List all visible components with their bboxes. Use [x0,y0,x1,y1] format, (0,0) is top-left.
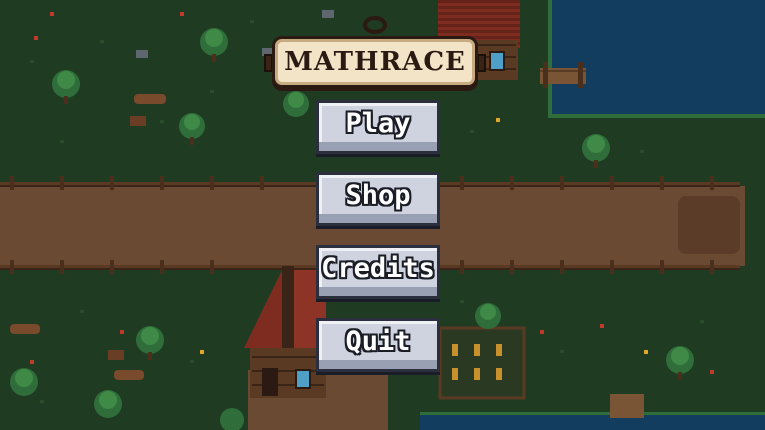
game-title: MATHRACE [284,47,466,77]
sign-hanging-ring [363,16,387,34]
pond-water [548,0,765,118]
credits-button[interactable]: Credits [316,245,440,299]
game-title-sign: MATHRACE [272,36,478,88]
play-button[interactable]: Play [316,100,440,154]
quit-button-label: Quit [345,325,411,357]
play-button-label: Play [345,107,411,139]
sign-right-peg [477,54,486,72]
shop-button-label: Shop [345,179,411,211]
dirt-patch [678,196,740,254]
river-water [420,414,765,430]
credits-button-label: Credits [321,252,435,284]
quit-button[interactable]: Quit [316,318,440,372]
crop-garden [438,326,526,400]
main-menu-scene: MATHRACE Play Shop Credits Quit [0,0,765,430]
small-dock [610,394,644,418]
shop-button[interactable]: Shop [316,172,440,226]
